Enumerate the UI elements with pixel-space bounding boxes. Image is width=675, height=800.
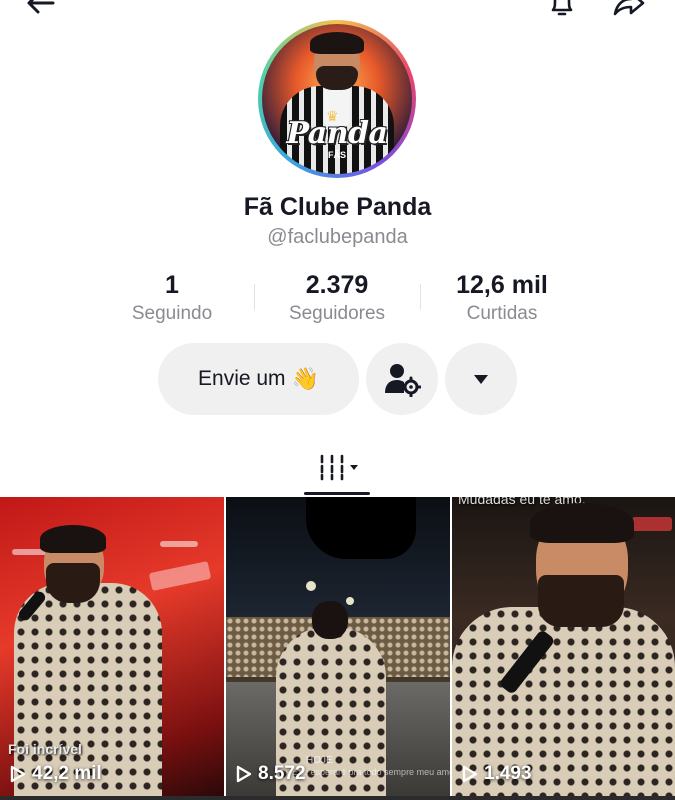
grid-lines-icon <box>320 454 358 481</box>
message-button-label: Envie um <box>198 367 286 390</box>
profile-handle: @faclubepanda <box>267 226 408 248</box>
content-tabs <box>0 440 675 496</box>
profile-name: Fã Clube Panda <box>243 193 432 221</box>
video-caption: HOJE <box>306 755 333 766</box>
stat-divider <box>254 284 255 310</box>
performer-beard <box>46 563 100 603</box>
video-thumbnail[interactable]: Foi incrível 42,2 mil <box>0 497 224 797</box>
play-icon <box>462 765 478 783</box>
stat-followers-label: Seguidores <box>288 303 386 324</box>
stage-light <box>160 541 198 547</box>
arrow-left-icon <box>27 0 55 14</box>
video-caption: Foi incrível <box>8 741 82 757</box>
avatar-beard <box>316 66 358 90</box>
bell-icon <box>551 0 573 16</box>
stage-light <box>306 581 316 591</box>
performer-head <box>312 601 348 639</box>
avatar-image: ♛ Panda FÃS <box>262 24 412 174</box>
notifications-button[interactable] <box>540 0 584 20</box>
active-tab-indicator <box>304 492 370 495</box>
dark-sky-shape <box>306 497 416 559</box>
performer-hair <box>530 503 634 543</box>
share-arrow-icon <box>613 0 645 16</box>
avatar-hair <box>310 32 364 54</box>
stat-followers[interactable]: 2.379 Seguidores <box>262 270 412 327</box>
stage-light <box>148 560 212 592</box>
performer-beard <box>538 575 624 627</box>
play-icon <box>236 765 252 783</box>
stat-followers-value: 2.379 <box>305 271 369 299</box>
stat-likes-label: Curtidas <box>466 303 538 324</box>
video-thumbnail[interactable]: HOJE E te esperaré pra todo sempre meu a… <box>226 497 450 797</box>
stage-light <box>346 597 354 605</box>
avatar-logo-subtext: FÃS <box>328 150 346 160</box>
video-views: 1.493 <box>462 763 532 785</box>
video-caption-line2: E te esperaré pra todo sempre meu amor <box>292 767 450 777</box>
top-bar <box>0 0 675 22</box>
tab-videos-grid[interactable] <box>306 440 370 492</box>
stat-likes[interactable]: 12,6 mil Curtidas <box>427 270 577 327</box>
stat-following[interactable]: 1 Seguindo <box>97 270 247 327</box>
video-thumbnail[interactable]: Mudadas eu te amo. 1.493 <box>452 497 675 797</box>
video-views-count: 42,2 mil <box>32 763 102 784</box>
video-views-count: 8.572 <box>258 763 306 784</box>
avatar-logo-text: Panda <box>286 116 388 151</box>
performer-hair <box>40 525 106 553</box>
play-icon <box>10 765 26 783</box>
stage-light <box>632 517 672 531</box>
profile-avatar[interactable]: ♛ Panda FÃS <box>258 20 416 178</box>
more-options-button[interactable] <box>445 343 517 415</box>
stat-divider <box>420 284 421 310</box>
video-views-count: 1.493 <box>484 763 532 784</box>
add-friend-button[interactable] <box>366 343 438 415</box>
video-views: 42,2 mil <box>10 763 102 785</box>
waving-hand-icon: 👋 <box>291 366 319 391</box>
person-gear-icon <box>385 364 421 397</box>
video-views: 8.572 <box>236 763 306 785</box>
caret-down-icon <box>474 375 488 384</box>
share-button[interactable] <box>604 0 654 20</box>
message-button[interactable]: Envie um 👋 <box>158 343 359 415</box>
stat-following-label: Seguindo <box>131 303 213 324</box>
stat-following-value: 1 <box>165 271 179 299</box>
next-row-edge <box>0 796 675 800</box>
back-button[interactable] <box>18 0 62 20</box>
stat-likes-value: 12,6 mil <box>456 271 548 299</box>
